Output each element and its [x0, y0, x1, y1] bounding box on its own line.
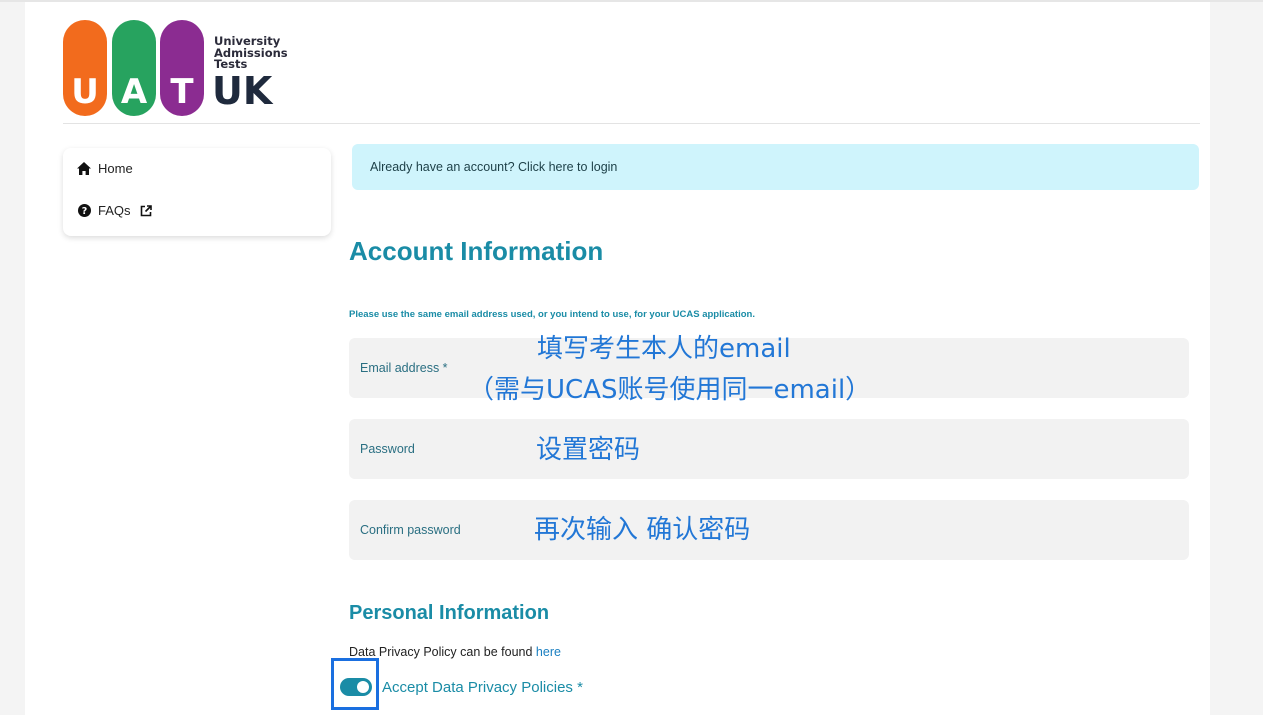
svg-text:?: ? [81, 206, 87, 217]
logo-letter-a: A [120, 72, 148, 112]
logo-pill-u: U [63, 20, 107, 116]
sidebar-item-faqs[interactable]: ? FAQs [77, 203, 152, 218]
sidebar-item-label: FAQs [98, 203, 131, 218]
privacy-policy-line: Data Privacy Policy can be found here [349, 645, 561, 659]
personal-information-heading: Personal Information [349, 602, 550, 624]
logo-pill-t: T [160, 20, 204, 116]
privacy-policy-text: Data Privacy Policy can be found [349, 645, 533, 659]
email-field-label: Email address * [360, 361, 448, 375]
sidebar-item-label: Home [98, 161, 133, 176]
header-divider [63, 123, 1200, 124]
annotation-email-line1: 填写考生本人的email [537, 334, 791, 364]
account-information-heading: Account Information [349, 236, 604, 266]
privacy-policy-link[interactable]: here [536, 645, 561, 659]
sidebar-item-home[interactable]: Home [77, 161, 133, 176]
logo-pill-a: A [112, 20, 156, 116]
uat-uk-logo: U A T University Admissions Tests UK [63, 20, 293, 116]
confirm-password-field[interactable]: Confirm password [349, 500, 1189, 560]
question-circle-icon: ? [77, 204, 91, 218]
top-divider [0, 0, 1263, 2]
password-field[interactable]: Password [349, 419, 1189, 479]
external-link-icon [140, 204, 152, 217]
annotation-highlight-box [331, 658, 379, 710]
accept-privacy-label[interactable]: Accept Data Privacy Policies * [382, 679, 583, 696]
logo-letter-t: T [170, 72, 194, 112]
annotation-confirm-password: 再次输入 确认密码 [534, 515, 751, 545]
ucas-email-note: Please use the same email address used, … [349, 309, 755, 320]
password-field-label: Password [360, 442, 415, 456]
annotation-email-line2: （需与UCAS账号使用同一email） [468, 375, 872, 405]
sidebar-nav: Home ? FAQs [63, 148, 331, 236]
login-alert-link[interactable]: Already have an account? Click here to l… [352, 144, 1199, 190]
annotation-password: 设置密码 [536, 435, 641, 465]
home-icon [77, 162, 91, 176]
confirm-password-field-label: Confirm password [360, 523, 461, 537]
logo-country: UK [212, 69, 273, 113]
logo-letter-u: U [71, 72, 99, 112]
logo-wordmark: University Admissions Tests [214, 35, 288, 71]
